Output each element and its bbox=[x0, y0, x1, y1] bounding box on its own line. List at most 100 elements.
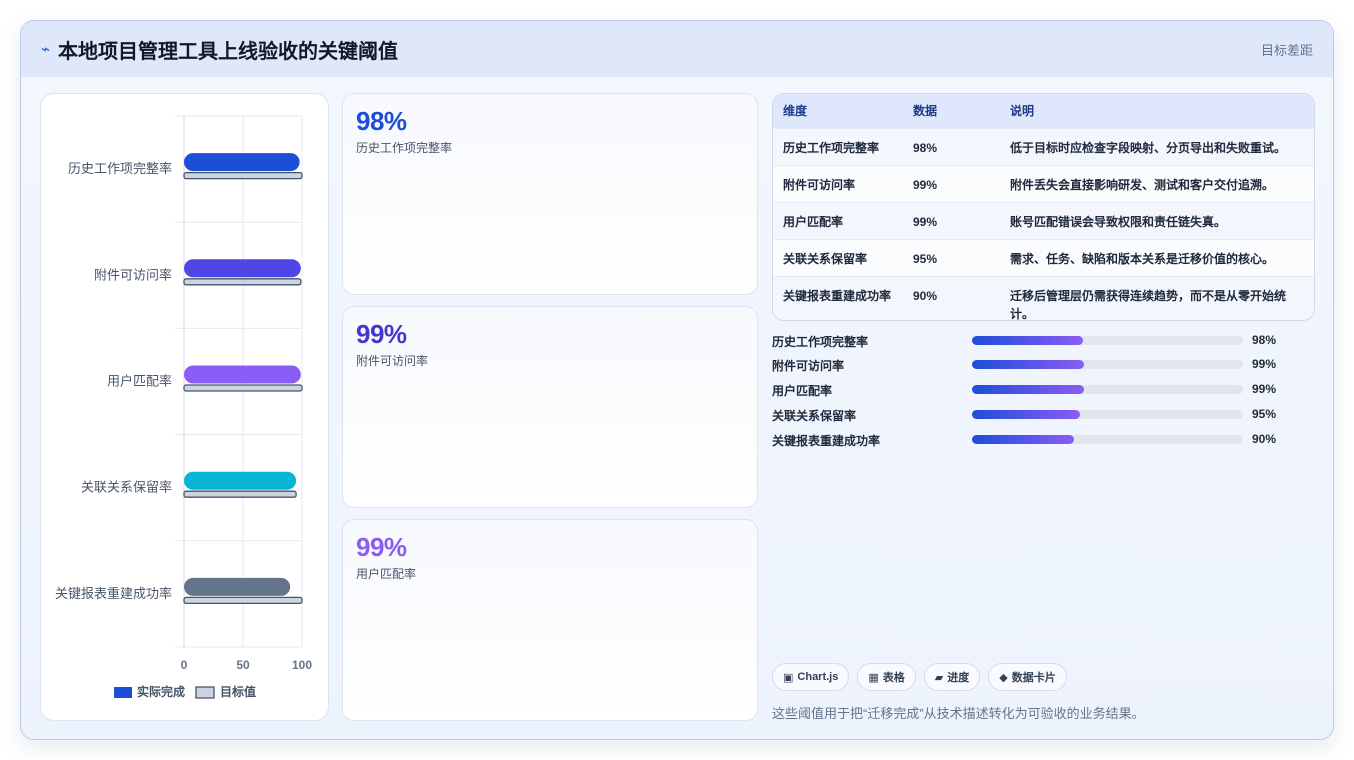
progress-value: 95% bbox=[1252, 407, 1277, 421]
table-cell-description: 附件丢失会直接影响研发、测试和客户交付追溯。 bbox=[1000, 164, 1314, 202]
bar-actual bbox=[184, 365, 301, 384]
table-cell-description: 迁移后管理层仍需获得连续趋势，而不是从零开始统计。 bbox=[1000, 275, 1314, 320]
progress-fill bbox=[972, 336, 1084, 345]
table-cell-dimension: 用户匹配率 bbox=[773, 201, 903, 239]
legend-label-target: 目标值 bbox=[220, 684, 256, 699]
progress-track bbox=[972, 435, 1243, 444]
progress-fill bbox=[972, 435, 1075, 444]
table-row: 附件可访问率 99% 附件丢失会直接影响研发、测试和客户交付追溯。 bbox=[773, 164, 1314, 202]
kpi-value: 98% bbox=[356, 106, 407, 136]
chip-label: 数据卡片 bbox=[1011, 672, 1056, 684]
progress-track bbox=[972, 410, 1243, 419]
progress-label: 历史工作项完整率 bbox=[772, 335, 869, 349]
table-cell-value: 90% bbox=[903, 275, 1000, 320]
bar-target bbox=[183, 171, 303, 180]
y-tick-label: 附件可访问率 bbox=[94, 267, 172, 282]
progress-row: 历史工作项完整率 98% bbox=[772, 331, 1315, 349]
y-tick-label: 历史工作项完整率 bbox=[68, 161, 172, 176]
progress-row: 关联关系保留率 95% bbox=[772, 405, 1315, 423]
bar-actual bbox=[184, 153, 300, 172]
table-row: 关联关系保留率 95% 需求、任务、缺陷和版本关系是迁移价值的核心。 bbox=[773, 238, 1314, 276]
y-tick-label: 关联关系保留率 bbox=[81, 480, 172, 495]
progress-fill bbox=[972, 410, 1080, 419]
progress-value: 98% bbox=[1252, 333, 1277, 347]
kpi-label: 附件可访问率 bbox=[356, 354, 429, 368]
chip-progress[interactable]: ▰ 进度 bbox=[923, 663, 981, 691]
table-row: 历史工作项完整率 98% 低于目标时应检查字段映射、分页导出和失败重试。 bbox=[773, 127, 1314, 165]
progress-value: 99% bbox=[1252, 357, 1277, 371]
kpi-card-history: 98% 历史工作项完整率 bbox=[342, 93, 758, 295]
table-cell-description: 账号匹配错误会导致权限和责任链失真。 bbox=[1000, 201, 1314, 239]
bar-chart: 历史工作项完整率附件可访问率用户匹配率关联关系保留率关键报表重建成功率 0 50 10… bbox=[55, 115, 312, 699]
page-title: 本地项目管理工具上线验收的关键阈值 bbox=[58, 40, 399, 63]
table-header-data: 数据 bbox=[903, 94, 1000, 128]
progress-track bbox=[972, 385, 1243, 394]
kpi-value: 99% bbox=[356, 532, 407, 562]
footer-note: 这些阈值用于把“迁移完成”从技术描述转化为可验收的业务结果。 bbox=[772, 706, 1145, 721]
bar-actual bbox=[184, 259, 301, 278]
bar-target bbox=[183, 384, 303, 392]
bar-actual bbox=[184, 471, 297, 490]
x-tick-label: 0 bbox=[181, 658, 188, 672]
progress-label: 关联关系保留率 bbox=[772, 409, 857, 423]
legend-swatch-target bbox=[195, 686, 215, 699]
diamond-icon: ◆ bbox=[999, 671, 1008, 684]
progress-label: 附件可访问率 bbox=[772, 359, 845, 373]
table-row: 用户匹配率 99% 账号匹配错误会导致权限和责任链失真。 bbox=[773, 201, 1314, 239]
bar-target bbox=[183, 490, 297, 498]
table-cell-value: 95% bbox=[903, 238, 1000, 276]
table-row: 关键报表重建成功率 90% 迁移后管理层仍需获得连续趋势，而不是从零开始统计。 bbox=[773, 275, 1314, 320]
chip-label: 进度 bbox=[947, 672, 970, 684]
kpi-card-user-match: 99% 用户匹配率 bbox=[342, 519, 758, 721]
progress-label: 用户匹配率 bbox=[772, 384, 833, 398]
table-cell-dimension: 关键报表重建成功率 bbox=[773, 275, 903, 320]
progress-value: 99% bbox=[1252, 382, 1277, 396]
table-header-description: 说明 bbox=[1000, 94, 1314, 128]
progress-row: 用户匹配率 99% bbox=[772, 380, 1315, 398]
table-cell-value: 99% bbox=[903, 164, 1000, 202]
metrics-table: 维度 数据 说明 历史工作项完整率 98% 低于目标时应检查字段映射、分页导出和… bbox=[772, 93, 1315, 321]
progress-track bbox=[972, 336, 1243, 345]
table-cell-description: 需求、任务、缺陷和版本关系是迁移价值的核心。 bbox=[1000, 238, 1314, 276]
bar-target bbox=[183, 596, 303, 605]
progress-fill bbox=[972, 360, 1085, 369]
bar-chart-panel: 历史工作项完整率附件可访问率用户匹配率关联关系保留率关键报表重建成功率 0 50 10… bbox=[40, 93, 329, 721]
progress-row: 附件可访问率 99% bbox=[772, 355, 1315, 373]
chart-icon: ▣ bbox=[783, 671, 794, 684]
progress-value: 90% bbox=[1252, 432, 1277, 446]
lightning-icon: ⌁ bbox=[41, 41, 51, 58]
x-tick-label: 100 bbox=[292, 658, 312, 672]
table-header-dimension: 维度 bbox=[773, 94, 903, 128]
bar-target bbox=[183, 278, 302, 286]
table-icon: ▦ bbox=[868, 671, 879, 684]
chip-label: 表格 bbox=[882, 672, 905, 684]
progress-fill bbox=[972, 385, 1085, 394]
chip-label: Chart.js bbox=[797, 671, 839, 683]
bar-actual bbox=[184, 577, 291, 596]
progress-icon: ▰ bbox=[934, 671, 944, 684]
kpi-value: 99% bbox=[356, 319, 407, 349]
y-tick-label: 关键报表重建成功率 bbox=[55, 586, 172, 601]
header: ⌁ 本地项目管理工具上线验收的关键阈值 目标差距 bbox=[21, 21, 1333, 77]
table-cell-dimension: 关联关系保留率 bbox=[773, 238, 903, 276]
legend-label-actual: 实际完成 bbox=[137, 684, 185, 699]
tech-chips: ▣ Chart.js ▦ 表格 ▰ 进度 ◆ 数据卡片 bbox=[772, 663, 1067, 691]
target-gap-label: 目标差距 bbox=[1260, 43, 1313, 58]
table-cell-description: 低于目标时应检查字段映射、分页导出和失败重试。 bbox=[1000, 127, 1314, 165]
progress-track bbox=[972, 360, 1243, 369]
kpi-label: 用户匹配率 bbox=[356, 567, 417, 581]
chip-chartjs[interactable]: ▣ Chart.js bbox=[772, 663, 850, 691]
chip-data-card[interactable]: ◆ 数据卡片 bbox=[988, 663, 1067, 691]
progress-row: 关键报表重建成功率 90% bbox=[772, 430, 1315, 448]
table-cell-dimension: 历史工作项完整率 bbox=[773, 127, 903, 165]
x-tick-label: 50 bbox=[236, 658, 250, 672]
table-cell-value: 99% bbox=[903, 201, 1000, 239]
chip-table[interactable]: ▦ 表格 bbox=[857, 663, 916, 691]
y-tick-label: 用户匹配率 bbox=[107, 374, 172, 389]
table-cell-dimension: 附件可访问率 bbox=[773, 164, 903, 202]
dashboard-frame: ⌁ 本地项目管理工具上线验收的关键阈值 目标差距 历史工作项完整率 附件可访问率用… bbox=[20, 20, 1334, 740]
kpi-label: 历史工作项完整率 bbox=[356, 141, 453, 155]
progress-label: 关键报表重建成功率 bbox=[772, 434, 881, 448]
table-cell-value: 98% bbox=[903, 127, 1000, 165]
legend-swatch-actual bbox=[114, 687, 132, 698]
